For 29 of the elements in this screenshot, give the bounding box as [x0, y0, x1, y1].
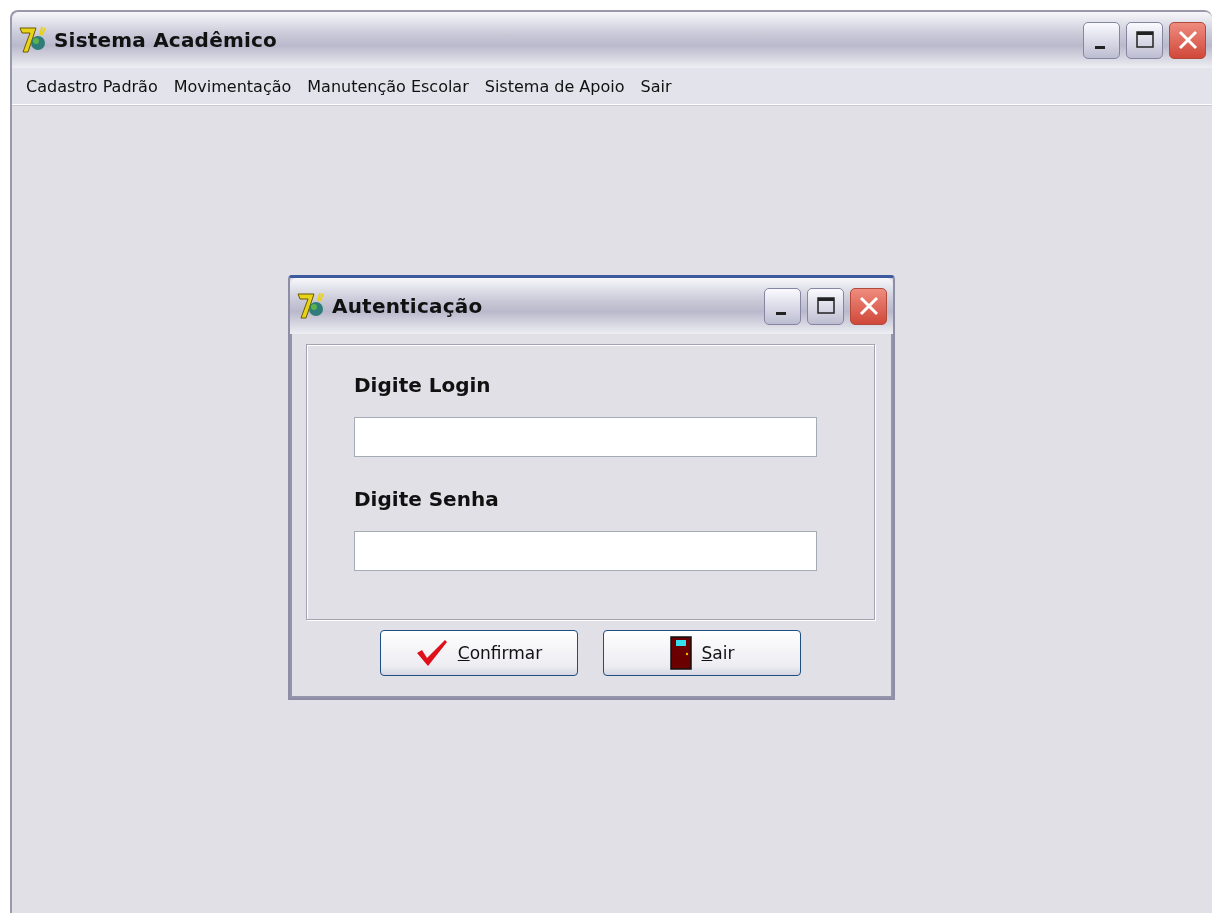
- checkmark-icon: [415, 639, 448, 667]
- exit-button[interactable]: Sair: [603, 630, 801, 676]
- confirm-button[interactable]: Confirmar: [380, 630, 578, 676]
- minimize-button[interactable]: [1083, 21, 1120, 59]
- input-field[interactable]: [354, 417, 817, 457]
- close-button[interactable]: [850, 287, 887, 325]
- app-logo-icon: [18, 25, 48, 55]
- door-icon: [669, 636, 692, 670]
- maximize-icon: [1134, 30, 1155, 50]
- window-title: Sistema Acadêmico: [54, 28, 278, 52]
- menu-item[interactable]: Manutenção Escolar: [299, 76, 477, 96]
- menu-item[interactable]: Sair: [632, 76, 680, 96]
- maximize-button[interactable]: [807, 287, 844, 325]
- field-label: Digite Login: [354, 373, 492, 397]
- menu-item[interactable]: Cadastro Padrão: [18, 76, 166, 96]
- close-icon: [1176, 29, 1199, 51]
- menu-item[interactable]: Sistema de Apoio: [476, 76, 633, 96]
- menu-item[interactable]: Movimentação: [165, 76, 300, 96]
- dialog-title: Autenticação: [332, 294, 484, 318]
- maximize-icon: [815, 296, 836, 316]
- field-label: Digite Senha: [354, 487, 500, 511]
- minimize-icon: [1094, 45, 1105, 49]
- app-logo-icon: [296, 291, 326, 321]
- close-icon: [857, 295, 880, 317]
- minimize-icon: [775, 311, 786, 315]
- minimize-button[interactable]: [764, 287, 801, 325]
- close-button[interactable]: [1169, 21, 1206, 59]
- maximize-button[interactable]: [1126, 21, 1163, 59]
- input-field[interactable]: [354, 531, 817, 571]
